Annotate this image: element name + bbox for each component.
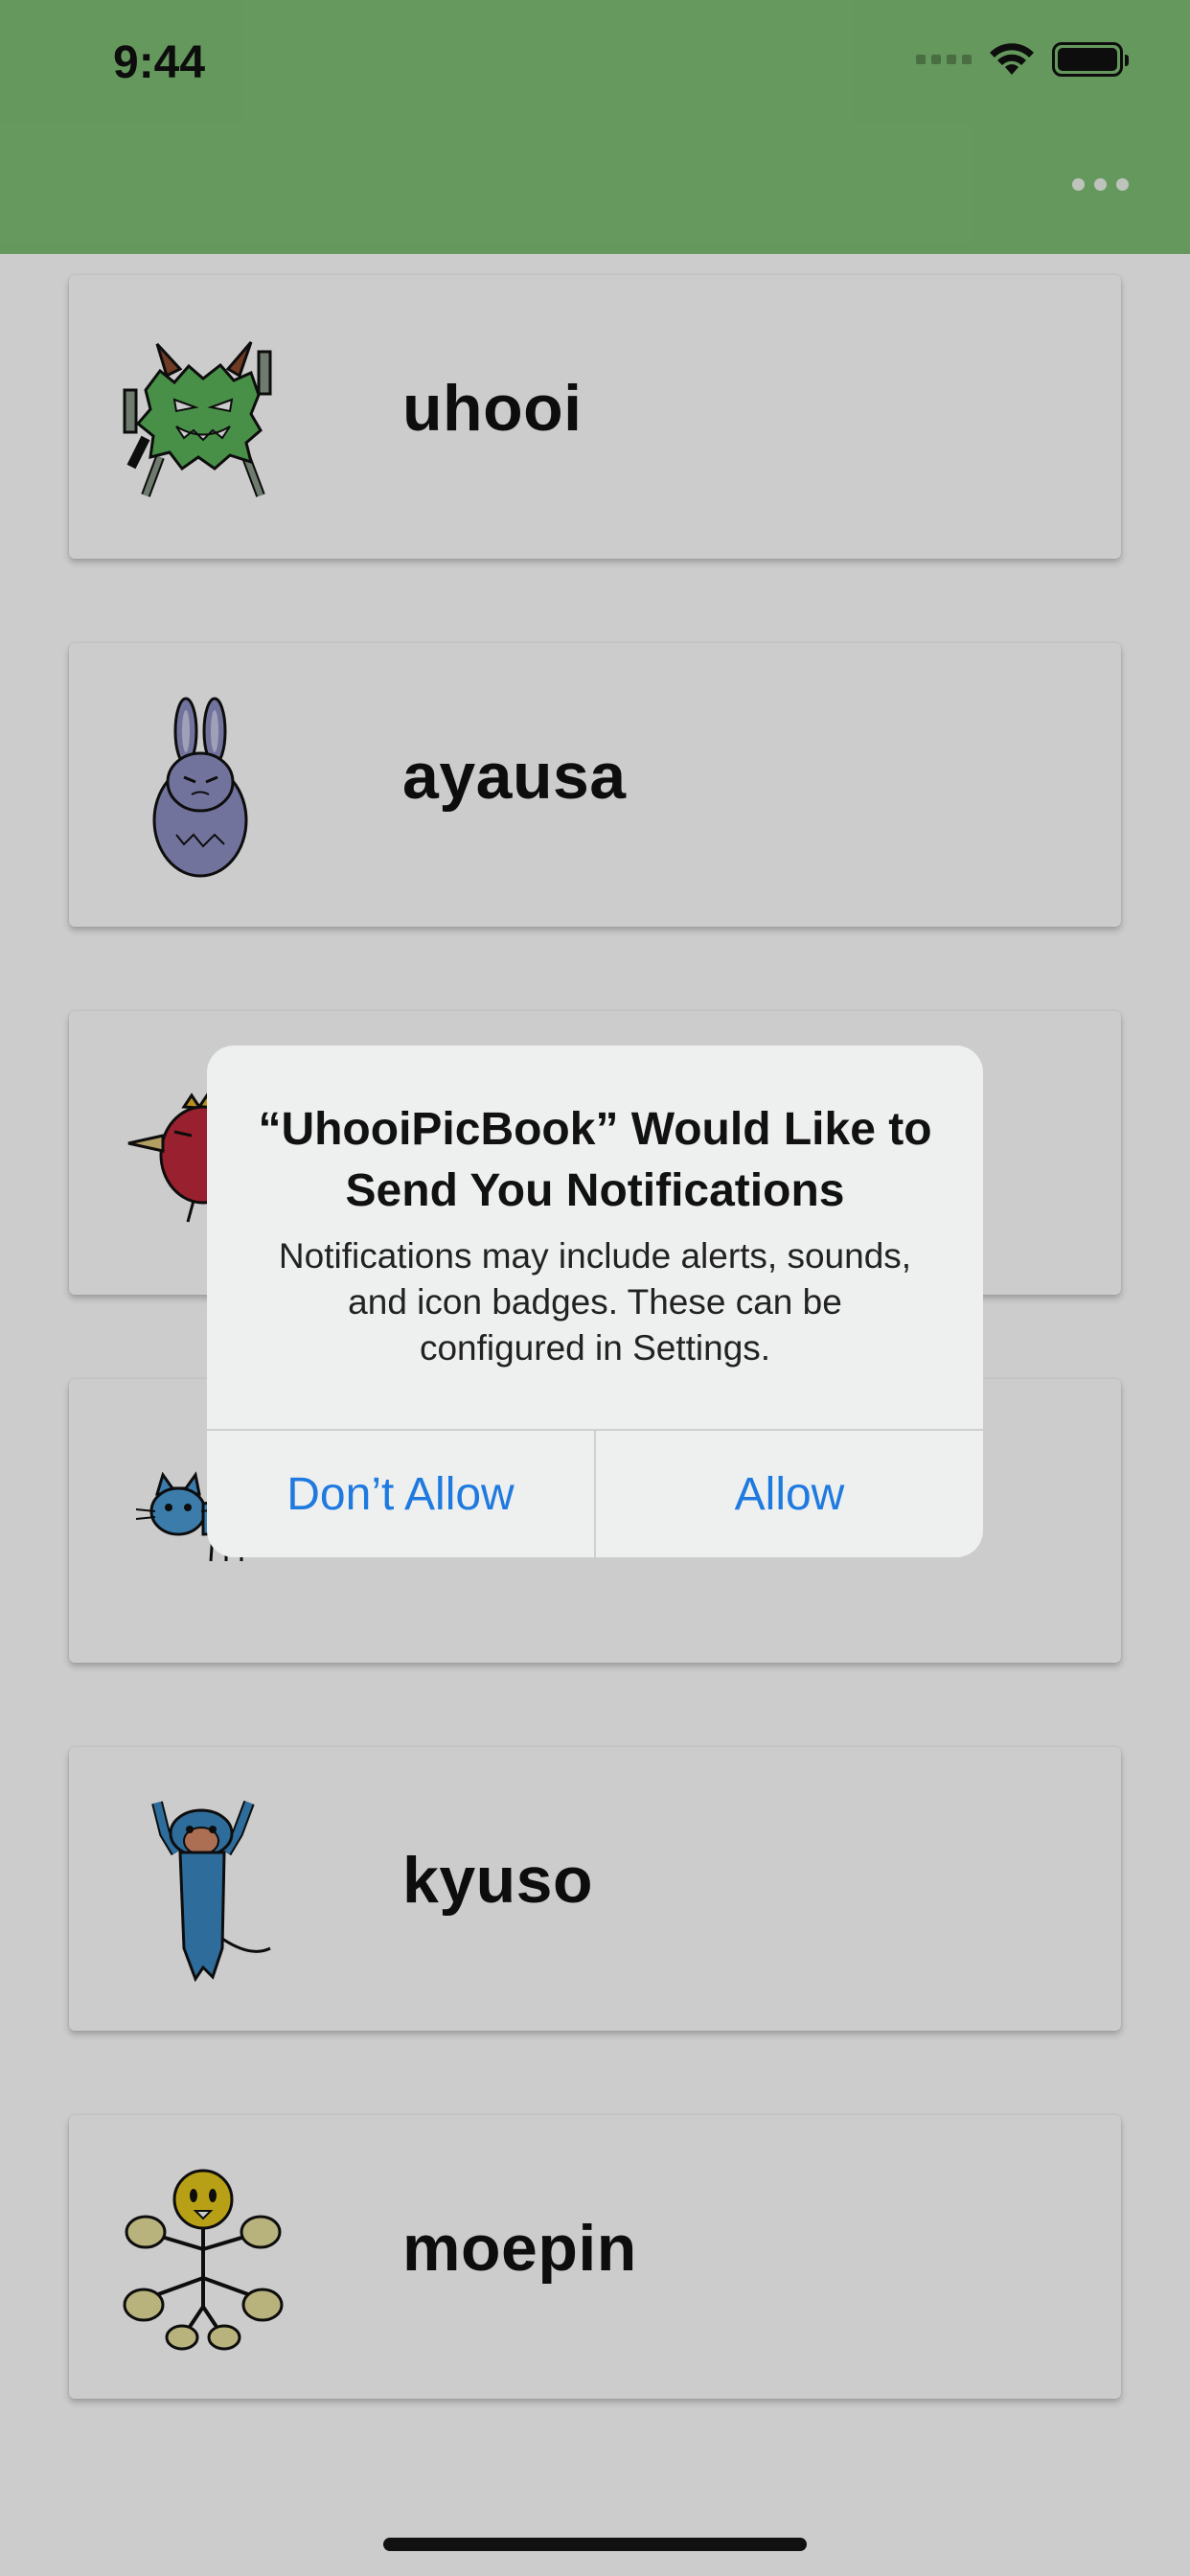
alert-title: “UhooiPicBook” Would Like to Send You No… — [258, 1104, 932, 1216]
home-indicator[interactable] — [383, 2538, 807, 2551]
allow-button[interactable]: Allow — [596, 1431, 983, 1557]
notification-permission-alert: “UhooiPicBook” Would Like to Send You No… — [207, 1046, 983, 1557]
alert-message: Notifications may include alerts, sounds… — [278, 1236, 912, 1368]
dont-allow-button[interactable]: Don’t Allow — [207, 1431, 594, 1557]
